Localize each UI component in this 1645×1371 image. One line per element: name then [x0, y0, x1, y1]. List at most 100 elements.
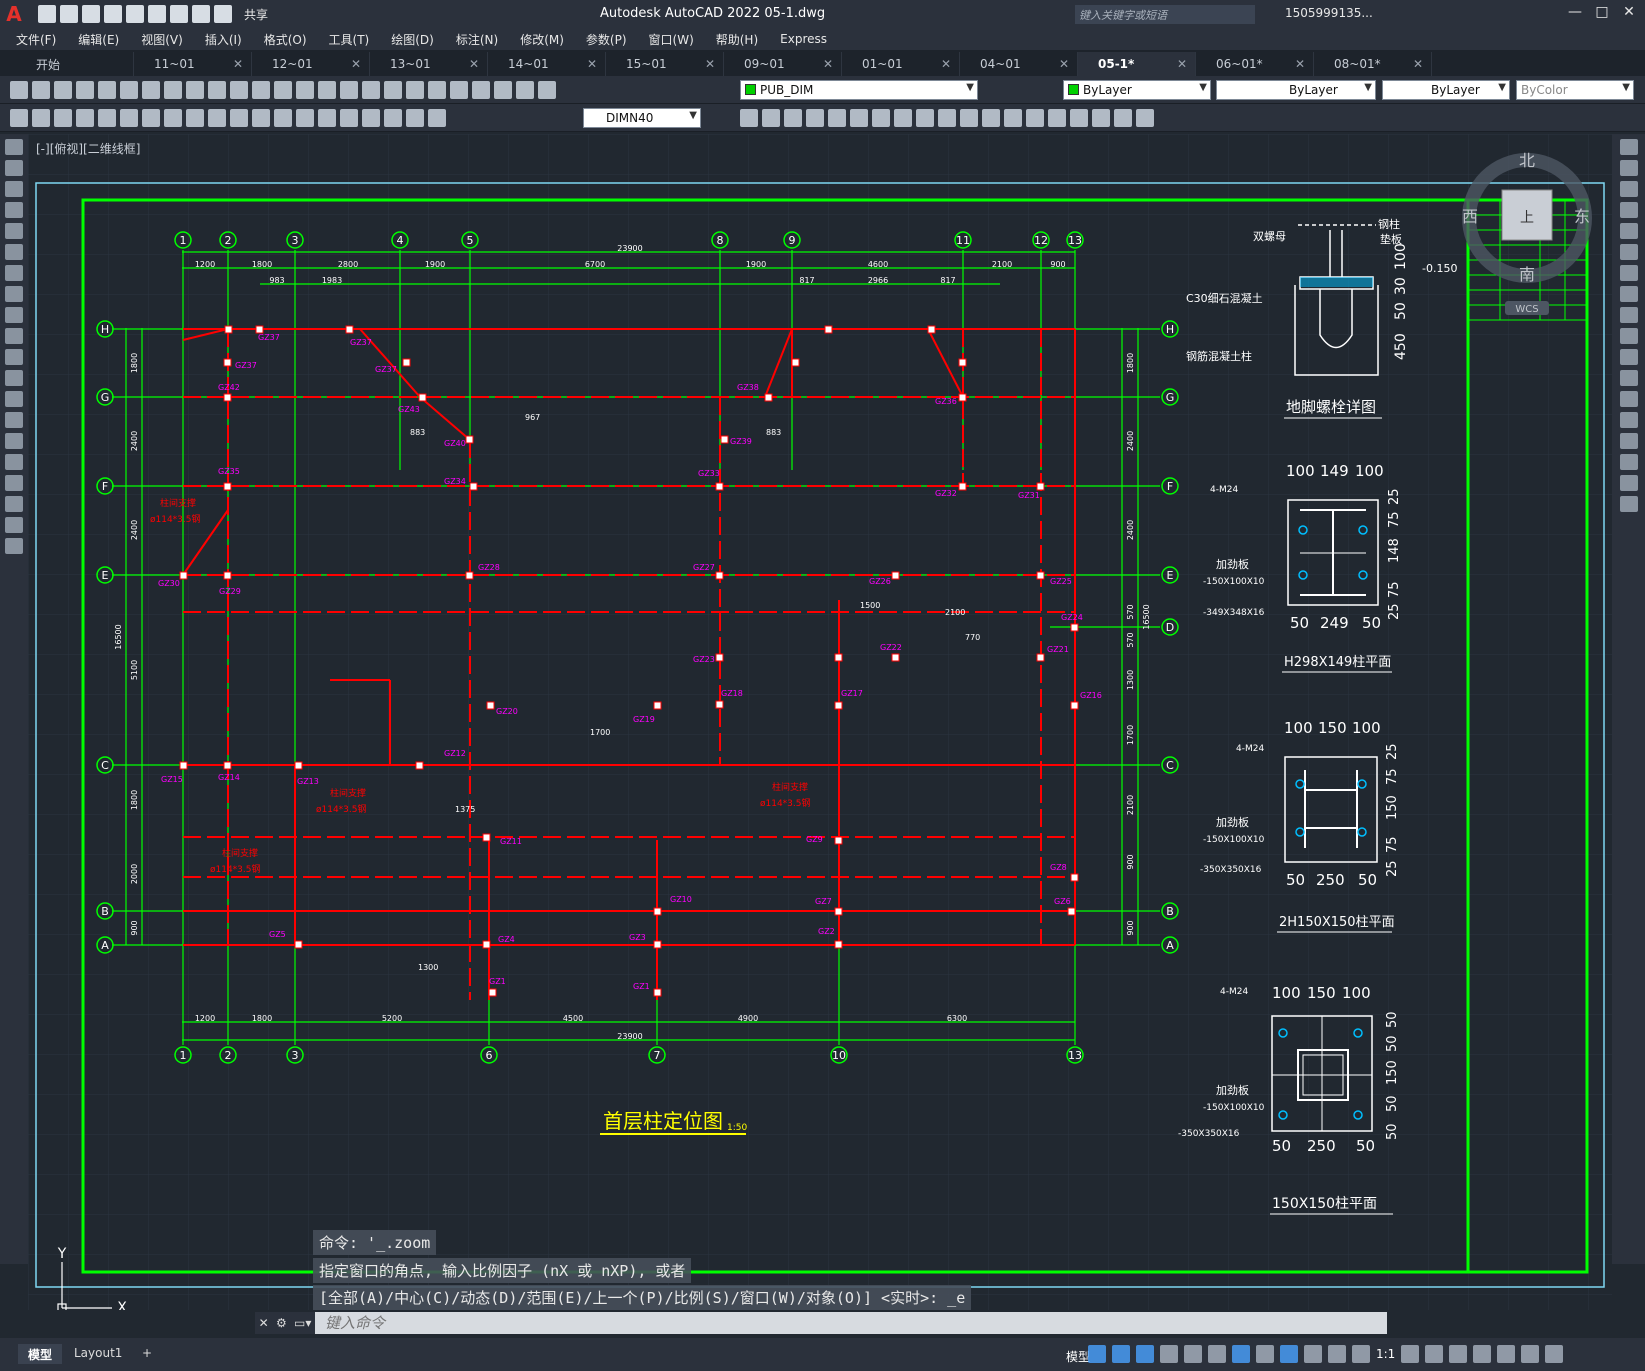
- drawing-canvas[interactable]: 上 北 南 东 西 WCS 1 2 3 4 5 8 9 11 12 13 1 2…: [28, 134, 1612, 1316]
- construction-line-icon[interactable]: [5, 160, 23, 176]
- match-icon[interactable]: [208, 81, 226, 99]
- circle-icon[interactable]: [5, 265, 23, 281]
- menu-dimension[interactable]: 标注(N): [456, 31, 498, 48]
- undo-icon[interactable]: [192, 5, 210, 23]
- attribute-icon[interactable]: [1136, 109, 1154, 127]
- stretch-icon[interactable]: [1619, 307, 1638, 323]
- plotstyle-dropdown[interactable]: ByColor ▼: [1516, 80, 1634, 100]
- compass-west[interactable]: 西: [1462, 207, 1478, 226]
- layer-manager-icon[interactable]: [516, 81, 534, 99]
- menu-window[interactable]: 窗口(W): [649, 31, 694, 48]
- ellipse-icon[interactable]: [5, 328, 23, 344]
- layer-dropdown[interactable]: PUB_DIM ▼: [740, 80, 978, 100]
- cut-icon[interactable]: [142, 81, 160, 99]
- recent-commands-icon[interactable]: ▭▾: [294, 1316, 311, 1330]
- dim-update-icon[interactable]: [428, 109, 446, 127]
- calculator-icon[interactable]: [472, 81, 490, 99]
- redo-icon[interactable]: [252, 81, 270, 99]
- scale-icon[interactable]: [894, 109, 912, 127]
- point-icon[interactable]: [5, 412, 23, 428]
- menu-modify[interactable]: 修改(M): [520, 31, 564, 48]
- join-icon[interactable]: [1004, 109, 1022, 127]
- extend-icon[interactable]: [1619, 349, 1638, 365]
- close-icon[interactable]: ✕: [259, 1316, 269, 1330]
- extend-icon[interactable]: [960, 109, 978, 127]
- close-icon[interactable]: ✕: [351, 57, 361, 71]
- dim-text-edit-icon[interactable]: [406, 109, 424, 127]
- tab-layout1[interactable]: Layout1: [64, 1344, 132, 1364]
- break-icon[interactable]: [1619, 391, 1638, 407]
- polar-icon[interactable]: [1160, 1345, 1178, 1363]
- tab-file-active[interactable]: 05-1* ✕: [1078, 52, 1196, 76]
- menu-help[interactable]: 帮助(H): [716, 31, 758, 48]
- close-icon[interactable]: ✕: [1177, 57, 1187, 71]
- isodraft-icon[interactable]: [1184, 1345, 1202, 1363]
- save-icon[interactable]: [54, 81, 72, 99]
- markup-icon[interactable]: [450, 81, 468, 99]
- paste-icon[interactable]: [186, 81, 204, 99]
- close-icon[interactable]: ✕: [1295, 57, 1305, 71]
- radius-dim-icon[interactable]: [98, 109, 116, 127]
- object-snap-tracking-icon[interactable]: [1208, 1345, 1226, 1363]
- viewport-controls[interactable]: [-][俯视][二维线框]: [36, 140, 140, 157]
- close-icon[interactable]: ✕: [705, 57, 715, 71]
- workspace-gear-icon[interactable]: [1401, 1345, 1420, 1363]
- grid-icon[interactable]: [1088, 1345, 1106, 1363]
- menu-draw[interactable]: 绘图(D): [391, 31, 434, 48]
- close-icon[interactable]: ✕: [469, 57, 479, 71]
- region-icon[interactable]: [5, 475, 23, 491]
- diameter-dim-icon[interactable]: [142, 109, 160, 127]
- break-icon[interactable]: [982, 109, 1000, 127]
- chamfer-icon[interactable]: [1619, 433, 1638, 449]
- center-mark-icon[interactable]: [318, 109, 336, 127]
- isolate-objects-icon[interactable]: [1497, 1345, 1516, 1363]
- quick-properties-icon[interactable]: [1473, 1345, 1492, 1363]
- angular-dim-icon[interactable]: [164, 109, 182, 127]
- close-icon[interactable]: ✕: [233, 57, 243, 71]
- compass-north[interactable]: 北: [1519, 151, 1535, 170]
- arc-icon[interactable]: [5, 244, 23, 260]
- new-icon[interactable]: [38, 5, 56, 23]
- lineweight-icon[interactable]: [1256, 1345, 1274, 1363]
- new-icon[interactable]: [10, 81, 28, 99]
- zoom-icon[interactable]: [296, 81, 314, 99]
- menu-edit[interactable]: 编辑(E): [78, 31, 119, 48]
- baseline-dim-icon[interactable]: [208, 109, 226, 127]
- copy-object-icon[interactable]: [762, 109, 780, 127]
- search-input[interactable]: 键入关键字或短语: [1075, 5, 1255, 24]
- polygon-icon[interactable]: [5, 202, 23, 218]
- selection-cycling-icon[interactable]: [1304, 1345, 1322, 1363]
- ellipse-arc-icon[interactable]: [5, 349, 23, 365]
- explode-icon[interactable]: [1619, 496, 1638, 512]
- zoom-window-icon[interactable]: [318, 81, 336, 99]
- tab-file[interactable]: 01~01 ✕: [842, 52, 960, 76]
- text-icon[interactable]: [5, 517, 23, 533]
- user-account[interactable]: 1505999135...: [1285, 6, 1373, 20]
- clean-screen-icon[interactable]: [1521, 1345, 1540, 1363]
- open-icon[interactable]: [32, 81, 50, 99]
- tab-file[interactable]: 11~01 ✕: [134, 52, 252, 76]
- break-at-point-icon[interactable]: [1619, 370, 1638, 386]
- publish-icon[interactable]: [120, 81, 138, 99]
- move-icon[interactable]: [850, 109, 868, 127]
- model-space-label[interactable]: 模型: [1066, 1348, 1090, 1365]
- rotate-icon[interactable]: [872, 109, 890, 127]
- dimstyle-dropdown[interactable]: DIMN40 ▼: [583, 108, 701, 128]
- transparency-icon[interactable]: [1280, 1345, 1298, 1363]
- autocad-logo[interactable]: A: [0, 0, 28, 28]
- linetype-dropdown[interactable]: ByLayer ▼: [1216, 80, 1376, 100]
- compass-south[interactable]: 南: [1519, 265, 1535, 284]
- design-center-icon[interactable]: [384, 81, 402, 99]
- close-icon[interactable]: ✕: [587, 57, 597, 71]
- save-icon[interactable]: [82, 5, 100, 23]
- ortho-icon[interactable]: [1136, 1345, 1154, 1363]
- scale-icon[interactable]: [1619, 286, 1638, 302]
- tolerance-icon[interactable]: [296, 109, 314, 127]
- block-icon[interactable]: [1092, 109, 1110, 127]
- add-selected-icon[interactable]: [5, 538, 23, 554]
- open-web-icon[interactable]: [126, 5, 144, 23]
- gradient-icon[interactable]: [5, 454, 23, 470]
- copy-icon[interactable]: [164, 81, 182, 99]
- fillet-icon[interactable]: [1619, 454, 1638, 470]
- undo-icon[interactable]: [230, 81, 248, 99]
